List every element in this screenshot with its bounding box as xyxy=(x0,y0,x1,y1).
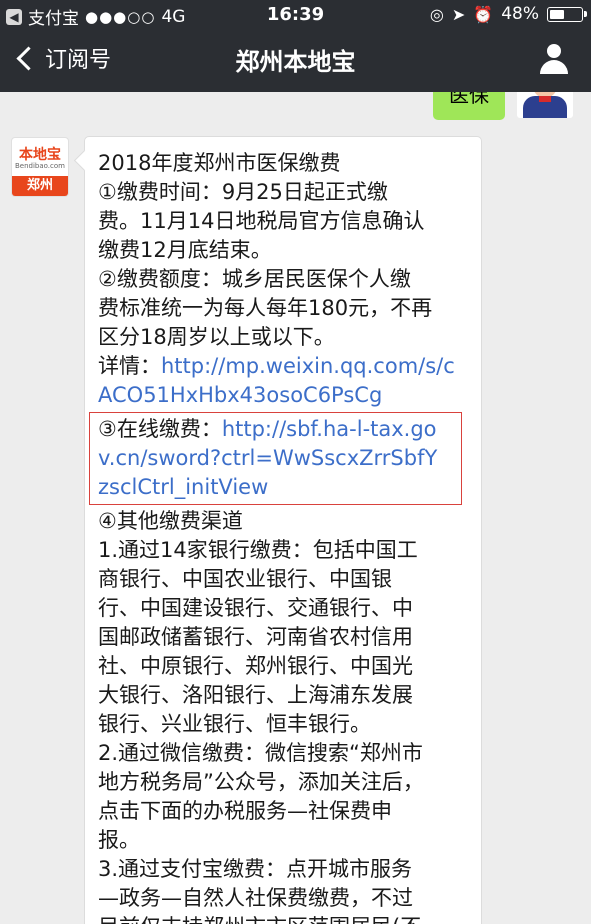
detail-line-1: 详情：http://mp.weixin.qq.com/s/c xyxy=(98,352,481,381)
message-line: —政务—自然人社保费缴费，不过 xyxy=(98,886,413,910)
message-bubble[interactable]: 2018年度郑州市医保缴费 ①缴费时间：9月25日起正式缴费。11月14日地税局官… xyxy=(84,136,482,924)
message-line: 行、中国建设银行、交通银行、中 xyxy=(98,596,413,620)
message-line: 地方税务局”公众号，添加关注后， xyxy=(98,770,424,794)
my-avatar[interactable] xyxy=(517,92,573,118)
sender-avatar-brand: 本地宝 xyxy=(19,147,61,163)
online-payment-link[interactable]: http://sbf.ha-l-tax.go xyxy=(222,417,437,441)
profile-button[interactable] xyxy=(539,44,569,74)
nav-bar: 订阅号 郑州本地宝 xyxy=(0,30,591,90)
online-line-2: v.cn/sword?ctrl=WwSscxZrrSbfY xyxy=(98,444,461,473)
orientation-lock-icon: ◎ xyxy=(429,4,444,24)
my-message: 医保 xyxy=(433,92,573,120)
message-line: ④其他缴费渠道 xyxy=(98,509,243,533)
avatar-bow-tie xyxy=(539,96,551,102)
sender-avatar-city: 郑州 xyxy=(12,176,68,196)
message-line: 商银行、中国农业银行、中国银 xyxy=(98,567,392,591)
page-title: 郑州本地宝 xyxy=(235,48,356,76)
message-line: ②缴费额度：城乡居民医保个人缴 xyxy=(98,267,411,291)
online-payment-link-continued[interactable]: v.cn/sword?ctrl=WwSscxZrrSbfY xyxy=(98,446,437,470)
online-payment-link-end[interactable]: zsclCtrl_initView xyxy=(98,475,268,499)
message-line: 点击下面的办税服务—社保费申 xyxy=(98,799,392,823)
top-bar: ◀ 支付宝 ●●●○○ 4G 16:39 ◎ ➤ ⏰ 48% 订阅号 郑州本地宝 xyxy=(0,0,591,92)
sender-avatar[interactable]: 本地宝 Bendibao.com 郑州 xyxy=(12,138,68,196)
location-icon: ➤ xyxy=(451,4,466,24)
status-bar: ◀ 支付宝 ●●●○○ 4G 16:39 ◎ ➤ ⏰ 48% xyxy=(0,0,591,29)
message-lines-part1: 2018年度郑州市医保缴费 ①缴费时间：9月25日起正式缴费。11月14日地税局官… xyxy=(98,149,481,352)
battery-fill xyxy=(550,9,564,19)
message-line: 2.通过微信缴费：微信搜索“郑州市 xyxy=(98,741,423,765)
message-line: 银行、兴业银行、恒丰银行。 xyxy=(98,712,371,736)
message-lines-part2: ④其他缴费渠道 1.通过14家银行缴费：包括中国工 商银行、中国农业银行、中国银 行、… xyxy=(98,507,481,924)
status-right: ◎ ➤ ⏰ 48% xyxy=(429,4,587,24)
message-line: 2018年度郑州市医保缴费 xyxy=(98,151,341,175)
message-line: 1.通过14家银行缴费：包括中国工 xyxy=(98,538,418,562)
message-line: 目前仅支持郑州市市区范围居民(不 xyxy=(98,913,481,924)
message-line: 大银行、洛阳银行、上海浦东发展 xyxy=(98,683,413,707)
message-line: 费标准统一为每人每年180元，不再 xyxy=(98,296,433,320)
online-line-1: ③在线缴费：http://sbf.ha-l-tax.go xyxy=(98,415,461,444)
detail-prefix: 详情： xyxy=(98,354,161,378)
online-prefix: ③在线缴费： xyxy=(98,417,222,441)
online-payment-highlight: ③在线缴费：http://sbf.ha-l-tax.go v.cn/sword?… xyxy=(89,412,462,505)
online-line-3: zsclCtrl_initView xyxy=(98,473,461,502)
message-line: 缴费12月底结束。 xyxy=(98,238,272,262)
detail-line-2: ACO51HxHbx43osoC6PsCg xyxy=(98,381,481,410)
message-line: ①缴费时间：9月25日起正式缴 xyxy=(98,180,388,204)
message-line: 国邮政储蓄银行、河南省农村信用 xyxy=(98,625,413,649)
detail-link-continued[interactable]: ACO51HxHbx43osoC6PsCg xyxy=(98,383,382,407)
person-icon-head xyxy=(547,44,561,58)
battery-percent: 48% xyxy=(501,4,539,24)
message-line: 报。 xyxy=(98,828,140,852)
message-line: 费。11月14日地税局官方信息确认 xyxy=(98,209,425,233)
person-icon xyxy=(540,60,568,74)
sender-avatar-domain: Bendibao.com xyxy=(14,162,65,170)
alarm-icon: ⏰ xyxy=(473,4,494,24)
chat-area[interactable]: 医保 本地宝 Bendibao.com 郑州 2018年度郑州市医保缴费 ①缴费时… xyxy=(0,92,591,924)
detail-link[interactable]: http://mp.weixin.qq.com/s/c xyxy=(161,354,455,378)
battery-icon xyxy=(547,6,587,22)
message-line: 3.通过支付宝缴费：点开城市服务 xyxy=(98,857,413,881)
my-message-bubble[interactable]: 医保 xyxy=(433,92,505,120)
message-line: 社、中原银行、郑州银行、中国光 xyxy=(98,654,413,678)
message-line: 区分18周岁以上或以下。 xyxy=(98,325,335,349)
